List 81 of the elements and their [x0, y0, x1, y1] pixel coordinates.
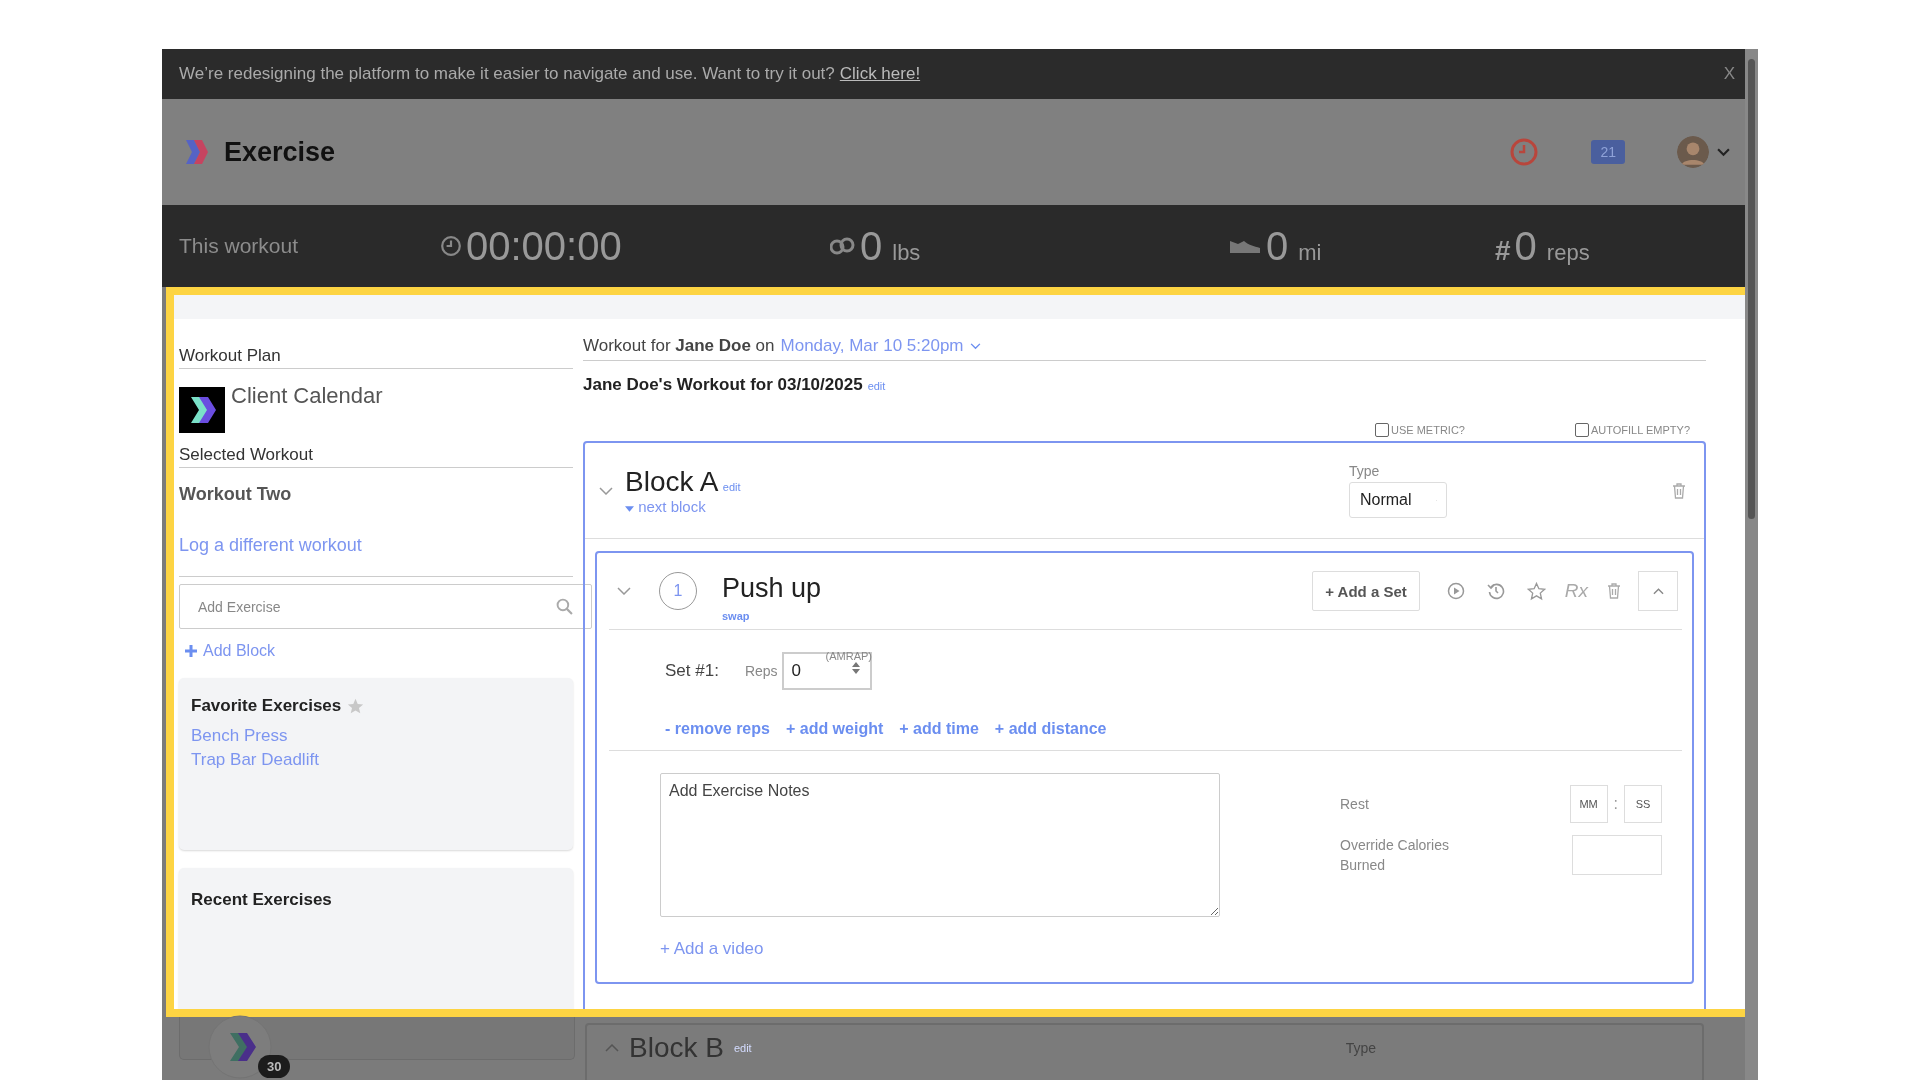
stat-unit: reps [1546, 239, 1590, 266]
avatar-icon[interactable] [1677, 136, 1709, 168]
count-badge: 30 [258, 1055, 291, 1078]
edit-link[interactable]: edit [867, 380, 886, 392]
set-label: Set #1: [665, 661, 719, 681]
card-title: Recent Exercises [191, 890, 332, 910]
workout-name: Workout Two [179, 484, 293, 505]
add-block-link[interactable]: Add Block [203, 642, 276, 660]
stat-value: 00:00:00 [466, 223, 622, 269]
checkbox[interactable] [1375, 423, 1389, 437]
set-action-link[interactable]: - remove reps [665, 720, 770, 738]
edit-link[interactable]: edit [722, 480, 741, 493]
rest-label: Rest [1340, 796, 1369, 812]
type-label: Type [1349, 463, 1381, 479]
checkbox-label: AUTOFILL EMPTY? [1590, 424, 1690, 436]
time-separator: : [1613, 795, 1618, 813]
type-select[interactable]: Normal [1349, 482, 1447, 518]
stat-unit: lbs [892, 239, 921, 266]
add-exercise-field[interactable]: Add Exercise [179, 584, 592, 629]
section-label: Workout Plan [179, 319, 573, 369]
chevron-icon[interactable] [617, 587, 631, 595]
dumbbell-icon [830, 236, 856, 256]
chevron-up-icon [1652, 587, 1664, 595]
add-set-button[interactable]: + Add a Set [1312, 571, 1420, 611]
workout-for-text: Workout for Jane Doe on [583, 336, 775, 356]
caret-icon [625, 505, 634, 512]
next-block-link[interactable]: next block [625, 497, 706, 515]
block-title: Block B [629, 1032, 724, 1064]
favorite-exercise-link[interactable]: Bench Press [191, 724, 561, 748]
reps-field[interactable]: 0 (AMRAP) [781, 652, 872, 690]
stat-unit: mi [1298, 239, 1322, 266]
chevron-down-icon [969, 342, 981, 350]
trash-icon[interactable] [1672, 482, 1686, 499]
stat-value: 0 [860, 223, 883, 269]
amrap-hint: (AMRAP) [825, 650, 872, 662]
play-icon[interactable] [1446, 582, 1465, 600]
history-icon[interactable] [1486, 582, 1505, 600]
add-video-link[interactable]: + Add a video [660, 939, 1220, 959]
stat-value: 0 [1266, 223, 1289, 269]
checkbox-label: USE METRIC? [1391, 424, 1465, 436]
stats-label: This workout [179, 234, 300, 258]
minutes-field[interactable]: MM [1569, 785, 1608, 823]
plan-name: Client Calendar [231, 383, 383, 410]
banner-text: We’re redesigning the platform to make it easier to navigate and use. Want to try it out? [179, 64, 835, 84]
chevron-down-icon[interactable] [1717, 147, 1730, 157]
set-action-link[interactable]: + add weight [785, 720, 884, 738]
favorite-exercise-link[interactable]: Trap Bar Deadlift [191, 748, 561, 772]
reps-label: Reps [744, 663, 778, 679]
card-title: Favorite Exercises [191, 696, 342, 716]
banner-link[interactable]: Click here! [839, 64, 921, 84]
chevron-icon[interactable] [599, 486, 613, 495]
spinner-icon[interactable] [851, 661, 860, 675]
page-title: Exercise [224, 136, 336, 168]
seconds-field[interactable]: SS [1624, 785, 1662, 823]
trash-icon[interactable] [1607, 583, 1621, 599]
checkbox[interactable] [1574, 423, 1589, 437]
calories-label: Override Calories Burned [1340, 836, 1450, 875]
set-action-link[interactable]: + add time [899, 720, 979, 738]
set-action-link[interactable]: + add distance [994, 720, 1107, 738]
edit-link[interactable]: edit [733, 1042, 752, 1054]
star-icon [347, 697, 365, 715]
exercise-name: Push up [722, 572, 822, 604]
clock-icon [440, 235, 462, 257]
workout-title: Jane Doe's Workout for 03/10/2025 [583, 375, 863, 395]
notes-field[interactable]: Add Exercise Notes [660, 773, 1220, 917]
calendar-badge[interactable]: 21 [1591, 140, 1625, 164]
plus-icon [185, 645, 197, 657]
stat-value: 0 [1514, 223, 1537, 269]
hash-icon: # [1495, 234, 1511, 267]
block-title: Block A [625, 465, 719, 497]
plan-logo-icon [179, 387, 225, 433]
star-icon[interactable] [1526, 581, 1546, 601]
section-label: Selected Workout [179, 433, 573, 468]
date-dropdown[interactable]: Monday, Mar 10 5:20pm [780, 336, 981, 356]
close-button[interactable]: X [1723, 64, 1735, 84]
rx-button[interactable]: Rx [1564, 580, 1588, 602]
chevron-icon[interactable] [605, 1044, 619, 1052]
log-workout-link[interactable]: Log a different workout [179, 535, 573, 556]
scrollbar-thumb[interactable] [1748, 59, 1755, 519]
calories-field[interactable] [1572, 835, 1662, 875]
swap-link[interactable]: swap [722, 609, 822, 622]
